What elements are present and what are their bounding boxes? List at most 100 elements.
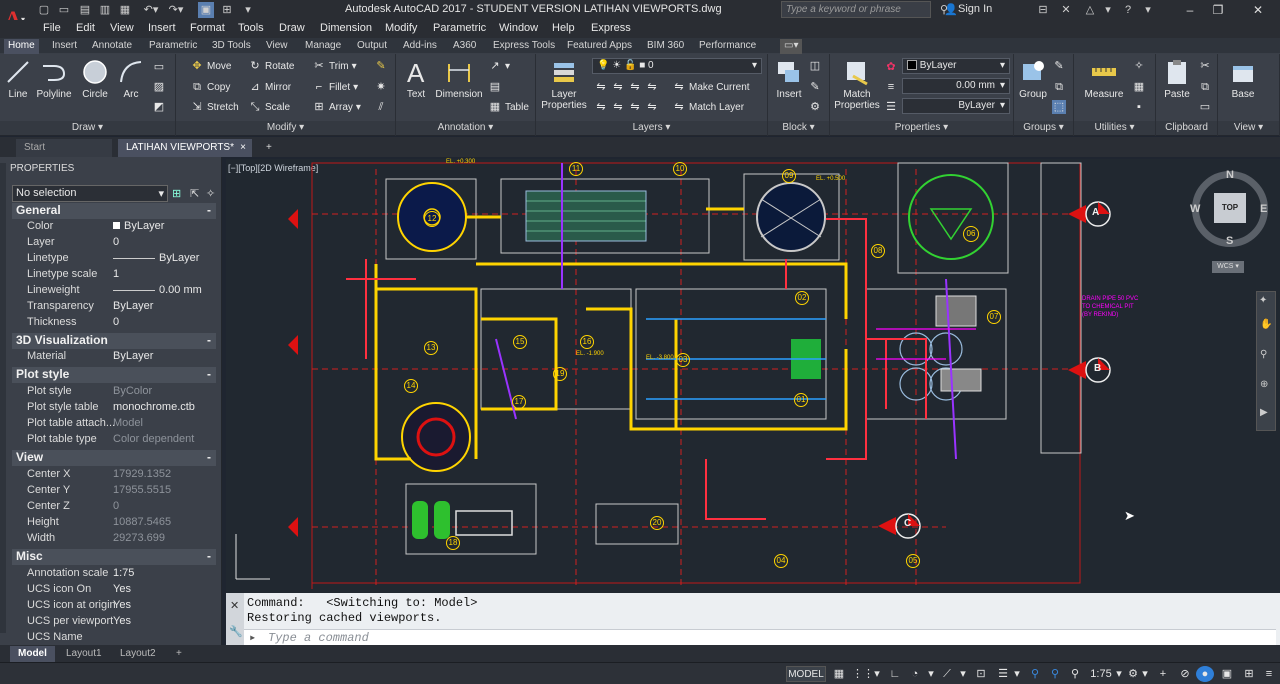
layers-panel-title[interactable]: Layers ▾ [536,121,767,135]
section-view[interactable]: View - [12,450,216,466]
clean-screen-icon[interactable]: ⊞ [1240,666,1258,682]
copy-clip-button[interactable]: ⧉ [1198,80,1212,94]
menu-help[interactable]: Help [552,22,575,34]
exchange-icon[interactable]: ✕ [1058,2,1074,18]
start-tab[interactable]: Start [16,139,112,157]
help-dropdown-icon[interactable]: ▾ [1100,2,1116,18]
tab-insert[interactable]: Insert [48,39,81,54]
tab-featured-apps[interactable]: Featured Apps [563,39,636,54]
isolate-objects-icon[interactable]: ● [1196,666,1214,682]
base-view-button[interactable]: Base [1226,58,1260,100]
quick-select-button[interactable]: ✧ [1132,59,1146,73]
text-button[interactable]: A Text [400,58,432,100]
rotate-button[interactable]: ↻ Rotate [248,59,294,73]
prop-row-center-y[interactable]: Center Y 17955.5515 [0,483,216,499]
prop-row-plot-style[interactable]: Plot style ByColor [0,384,216,400]
orbit-icon[interactable]: ⊕ [1260,379,1268,390]
menu-tools[interactable]: Tools [238,22,264,34]
copy-button[interactable]: ⧉ Copy [190,80,230,94]
tab-view[interactable]: View [262,39,292,54]
line-button[interactable]: Line [4,58,32,100]
explode-button[interactable]: ✷ [374,80,388,94]
prop-row-center-z[interactable]: Center Z 0 [0,499,216,515]
annotation-monitor-icon[interactable]: + [1154,666,1172,682]
layout-tab-layout1[interactable]: Layout1 [58,646,110,662]
scale-button[interactable]: ⤡ Scale [248,100,290,114]
tab-parametric[interactable]: Parametric [145,39,201,54]
prop-row-ucs-per-viewport[interactable]: UCS per viewport Yes [0,614,216,630]
auto-scale-icon[interactable]: ⚲ [1046,666,1064,682]
circle-button[interactable]: Circle [78,58,112,100]
tab-a360[interactable]: A360 [449,39,480,54]
array-button[interactable]: ⊞ Array ▾ [312,100,361,114]
layer-properties-button[interactable]: Layer Properties [540,58,588,111]
block-attribute-button[interactable]: ⚙ [808,100,822,114]
layout-tab-model[interactable]: Model [10,646,55,662]
tab-manage[interactable]: Manage [301,39,345,54]
snap-icon[interactable]: ⋮⋮ [852,666,874,682]
share-icon[interactable]: ⊞ [219,2,235,18]
menu-format[interactable]: Format [190,22,225,34]
ucs-dropdown[interactable]: WCS ▾ [1212,261,1244,273]
modify-panel-title[interactable]: Modify ▾ [176,121,395,135]
units-icon[interactable]: ⊘ [1176,666,1194,682]
menu-parametric[interactable]: Parametric [433,22,486,34]
drawing-canvas[interactable]: [−][Top][2D Wireframe] 12 10 11 09 08 06… [226,159,1280,593]
menu-edit[interactable]: Edit [76,22,95,34]
layer-tools-row1[interactable]: ⇋ ⇋ ⇋ ⇋ [594,80,659,94]
scale-dropdown-icon[interactable]: ▾ [1114,666,1124,682]
tab-performance[interactable]: Performance [695,39,760,54]
lineweight-dropdown[interactable]: 0.00 mm ▾ [902,78,1010,94]
tab-annotate[interactable]: Annotate [88,39,136,54]
prop-row-linetype-scale[interactable]: Linetype scale 1 [0,267,216,283]
lineweight-display-icon[interactable]: ☰ [994,666,1012,682]
tab-add-ins[interactable]: Add-ins [399,39,441,54]
tab-3d-tools[interactable]: 3D Tools [208,39,255,54]
snap-dropdown-icon[interactable]: ▾ [872,666,882,682]
linetype-dropdown[interactable]: ByLayer ▾ [902,98,1010,114]
layer-dropdown[interactable]: 💡 ☀ 🔓 ■ 0 ▾ [592,58,762,74]
prop-row-transparency[interactable]: Transparency ByLayer [0,299,216,315]
menu-window[interactable]: Window [499,22,538,34]
prop-row-ucs-name[interactable]: UCS Name [0,630,216,640]
edit-block-button[interactable]: ✎ [808,80,822,94]
erase-button[interactable]: ✎ [374,59,388,73]
clipboard-panel-title[interactable]: Clipboard [1156,121,1217,135]
close-button[interactable]: ✕ [1248,2,1268,18]
prop-row-thickness[interactable]: Thickness 0 [0,315,216,331]
menu-insert[interactable]: Insert [148,22,176,34]
tab-output[interactable]: Output [353,39,391,54]
prop-row-plot-table-attach[interactable]: Plot table attach... Model [0,416,216,432]
block-panel-title[interactable]: Block ▾ [768,121,829,135]
offset-button[interactable]: ⫽ [374,100,388,114]
annotation-panel-title[interactable]: Annotation ▾ [396,121,535,135]
menu-view[interactable]: View [110,22,134,34]
table-button[interactable]: ▦ Table [488,100,529,114]
prop-row-width[interactable]: Width 29273.699 [0,531,216,547]
paste-button[interactable]: Paste [1160,58,1194,100]
menu-modify[interactable]: Modify [385,22,417,34]
polar-icon[interactable]: ◔ [906,666,924,682]
prop-row-lineweight[interactable]: Lineweight 0.00 mm [0,283,216,299]
section-general[interactable]: General - [12,203,216,219]
prop-row-material[interactable]: Material ByLayer [0,349,216,365]
new-icon[interactable]: ▢ [36,2,52,18]
workspace-dropdown-icon[interactable]: ▾ [1140,666,1150,682]
measure-button[interactable]: Measure [1078,58,1130,100]
match-layer-button[interactable]: ⇋ Match Layer [672,100,744,114]
model-space-button[interactable]: MODEL [786,666,826,682]
save-as-icon[interactable]: ▥ [97,2,113,18]
ungroup-button[interactable]: ✎ [1052,59,1066,73]
maximize-button[interactable]: ❐ [1208,2,1228,18]
match-properties-button[interactable]: Match Properties [832,58,882,111]
tab-bim-360[interactable]: BIM 360 [643,39,688,54]
prop-row-height[interactable]: Height 10887.5465 [0,515,216,531]
ortho-icon[interactable]: ∟ [886,666,904,682]
prop-row-plot-style-table[interactable]: Plot style table monochrome.ctb [0,400,216,416]
viewcube-top-face[interactable]: TOP [1214,193,1246,223]
isodraft-dropdown-icon[interactable]: ▾ [958,666,968,682]
groups-panel-title[interactable]: Groups ▾ [1014,121,1073,135]
move-button[interactable]: ✥ Move [190,59,231,73]
command-close-icon[interactable]: ✕ [230,599,239,612]
section-plot-style[interactable]: Plot style - [12,367,216,383]
